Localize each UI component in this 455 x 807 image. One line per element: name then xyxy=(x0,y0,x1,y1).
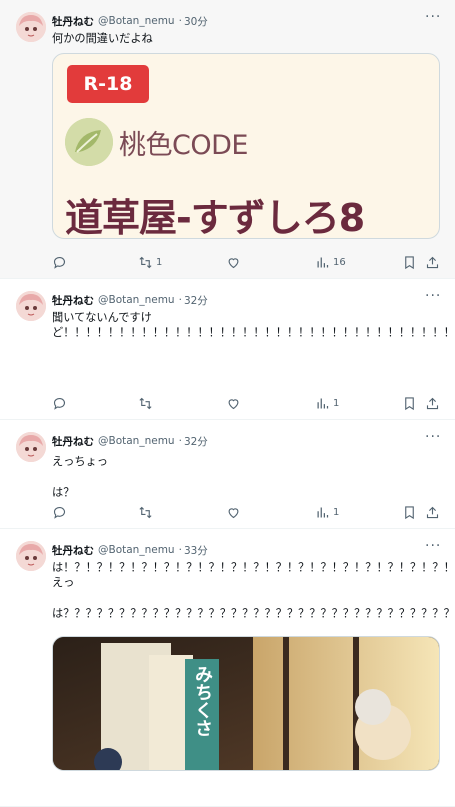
views-count: 1 xyxy=(333,506,340,518)
bookmark-button[interactable] xyxy=(402,393,417,413)
separator: · xyxy=(178,435,182,447)
reply-icon xyxy=(53,397,66,410)
share-button[interactable] xyxy=(425,502,440,522)
timestamp[interactable]: 32分 xyxy=(184,434,208,449)
brand-name: 桃色CODE xyxy=(119,129,248,161)
share-button[interactable] xyxy=(425,252,440,272)
views-icon xyxy=(317,257,329,267)
tweet[interactable]: ··· 牡丹ねむ @Botan_nemu · 32分 えっちょっ は？ 1 xyxy=(0,420,455,529)
tweet-text: は！？！？！？！？！？！？！？！？！？！？！？！？！？！？！？！？！？！？！？！… xyxy=(52,561,455,621)
separator: · xyxy=(178,544,182,556)
timeline: ··· 牡丹ねむ @Botan_nemu · 30分 何かの間違いだよね R-1… xyxy=(0,0,455,807)
media-image[interactable]: みちくさ xyxy=(52,635,440,771)
brand: 桃色CODE xyxy=(65,118,248,167)
share-button[interactable] xyxy=(425,393,440,413)
retweet-icon xyxy=(139,397,152,409)
views-button[interactable]: 1 xyxy=(315,393,339,413)
handle[interactable]: @Botan_nemu xyxy=(98,544,175,556)
share-icon xyxy=(426,256,439,268)
rating-badge: R-18 xyxy=(67,65,149,104)
tweet-text: 何かの間違いだよね xyxy=(52,32,153,45)
views-icon xyxy=(317,398,329,408)
retweet-button[interactable] xyxy=(138,393,153,413)
heart-icon xyxy=(228,257,239,268)
reply-button[interactable] xyxy=(52,393,67,413)
like-button[interactable] xyxy=(226,393,241,413)
handle[interactable]: @Botan_nemu xyxy=(98,294,175,306)
retweet-count: 1 xyxy=(156,256,163,268)
leaf-logo-icon xyxy=(65,118,113,167)
handle[interactable]: @Botan_nemu xyxy=(98,15,175,27)
heart-icon xyxy=(228,398,239,409)
separator: · xyxy=(178,294,182,306)
bookmark-icon xyxy=(405,396,414,410)
views-count: 1 xyxy=(333,397,340,409)
more-icon[interactable]: ··· xyxy=(425,430,441,446)
like-button[interactable] xyxy=(226,252,241,272)
separator: · xyxy=(178,15,182,27)
display-name[interactable]: 牡丹ねむ xyxy=(52,543,94,558)
tweet-text: 聞いてないんですけど！！！！！！！！！！！！！！！！！！！！！！！！！！！！！！… xyxy=(52,311,455,340)
share-icon xyxy=(426,397,439,409)
more-icon[interactable]: ··· xyxy=(425,289,441,305)
tweet[interactable]: ··· 牡丹ねむ @Botan_nemu · 30分 何かの間違いだよね R-1… xyxy=(0,0,455,279)
photo-illustration xyxy=(53,636,439,770)
more-icon[interactable]: ··· xyxy=(425,539,441,555)
avatar[interactable] xyxy=(16,432,46,462)
reply-button[interactable] xyxy=(52,252,67,272)
retweet-icon xyxy=(139,506,152,518)
bookmark-icon xyxy=(405,255,414,269)
store-name: 道草屋-すずしろ8 xyxy=(65,196,365,240)
timestamp[interactable]: 32分 xyxy=(184,293,208,308)
display-name[interactable]: 牡丹ねむ xyxy=(52,434,94,449)
like-button[interactable] xyxy=(226,502,241,522)
views-icon xyxy=(317,507,329,517)
retweet-button[interactable] xyxy=(138,502,153,522)
avatar[interactable] xyxy=(16,541,46,571)
display-name[interactable]: 牡丹ねむ xyxy=(52,293,94,308)
share-icon xyxy=(426,506,439,518)
more-icon[interactable]: ··· xyxy=(425,10,441,26)
image-sign-text: みちくさ xyxy=(192,664,213,737)
retweet-button[interactable]: 1 xyxy=(138,252,162,272)
tweet[interactable]: ··· 牡丹ねむ @Botan_nemu · 32分 聞いてないんですけど！！！… xyxy=(0,279,455,420)
avatar[interactable] xyxy=(16,12,46,42)
avatar[interactable] xyxy=(16,291,46,321)
display-name[interactable]: 牡丹ねむ xyxy=(52,14,94,29)
reply-button[interactable] xyxy=(52,502,67,522)
reply-icon xyxy=(53,256,66,269)
bookmark-button[interactable] xyxy=(402,252,417,272)
reply-icon xyxy=(53,506,66,519)
views-button[interactable]: 1 xyxy=(315,502,339,522)
views-button[interactable]: 16 xyxy=(315,252,346,272)
bookmark-icon xyxy=(405,505,414,519)
timestamp[interactable]: 33分 xyxy=(184,543,208,558)
link-card[interactable]: R-18 桃色CODE 道草屋-すずしろ8 xyxy=(52,53,440,240)
timestamp[interactable]: 30分 xyxy=(184,14,208,29)
tweet-text: えっちょっ は？ xyxy=(52,455,108,499)
views-count: 16 xyxy=(333,256,346,268)
heart-icon xyxy=(228,507,239,518)
handle[interactable]: @Botan_nemu xyxy=(98,435,175,447)
retweet-icon xyxy=(139,256,152,268)
tweet[interactable]: ··· 牡丹ねむ @Botan_nemu · 33分 は！？！？！？！？！？！？… xyxy=(0,529,455,807)
bookmark-button[interactable] xyxy=(402,502,417,522)
